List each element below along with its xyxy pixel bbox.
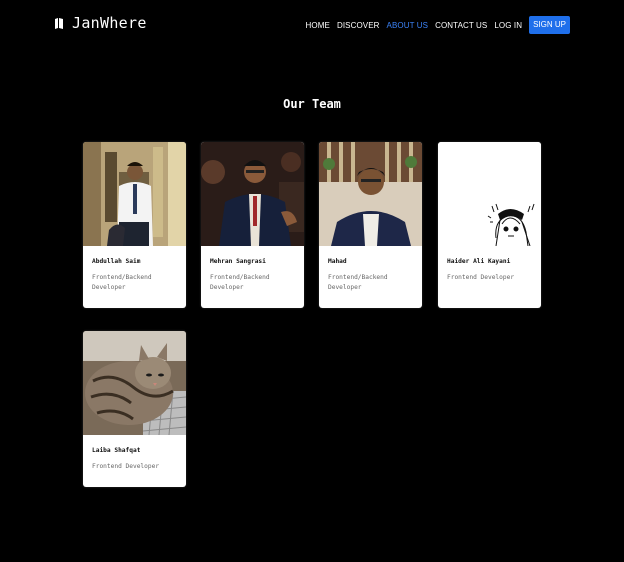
nav-discover[interactable]: DISCOVER <box>337 21 380 30</box>
team-member-photo <box>319 142 422 246</box>
navbar: JanWhere HOME DISCOVER ABOUT US CONTACT … <box>0 0 624 50</box>
team-member-role: Frontend Developer <box>92 463 160 470</box>
brand-name: JanWhere <box>72 14 147 32</box>
team-member-photo <box>83 142 186 246</box>
team-member-name: Mahad <box>328 258 347 265</box>
team-member-name: Abdullah Saim <box>92 258 141 265</box>
team-card: Mehran Sangrasi Frontend/Backend Develop… <box>201 142 304 308</box>
team-member-role: Frontend/Backend Developer <box>210 274 270 291</box>
team-member-photo <box>438 142 541 246</box>
team-member-name: Mehran Sangrasi <box>210 258 266 265</box>
team-card: Abdullah Saim Frontend/Backend Developer <box>83 142 186 308</box>
team-card: Laiba Shafqat Frontend Developer <box>83 331 186 487</box>
team-card: Haider Ali Kayani Frontend Developer <box>438 142 541 308</box>
signup-button[interactable]: SIGN UP <box>529 16 570 34</box>
team-member-role: Frontend/Backend Developer <box>328 274 388 291</box>
nav-home[interactable]: HOME <box>306 21 330 30</box>
team-member-role: Frontend/Backend Developer <box>92 274 152 291</box>
team-card: Mahad Frontend/Backend Developer <box>319 142 422 308</box>
nav-contact-us[interactable]: CONTACT US <box>435 21 487 30</box>
team-member-name: Haider Ali Kayani <box>447 258 511 265</box>
nav-links: HOME DISCOVER ABOUT US CONTACT US LOG IN… <box>306 16 570 34</box>
team-member-role: Frontend Developer <box>447 274 515 281</box>
team-member-photo <box>83 331 186 435</box>
brand-logo[interactable]: JanWhere <box>54 14 147 32</box>
nav-about-us[interactable]: ABOUT US <box>387 21 429 30</box>
page-title: Our Team <box>283 97 341 111</box>
map-icon <box>54 17 64 29</box>
team-member-photo <box>201 142 304 246</box>
team-member-name: Laiba Shafqat <box>92 447 141 454</box>
nav-log-in[interactable]: LOG IN <box>494 21 522 30</box>
